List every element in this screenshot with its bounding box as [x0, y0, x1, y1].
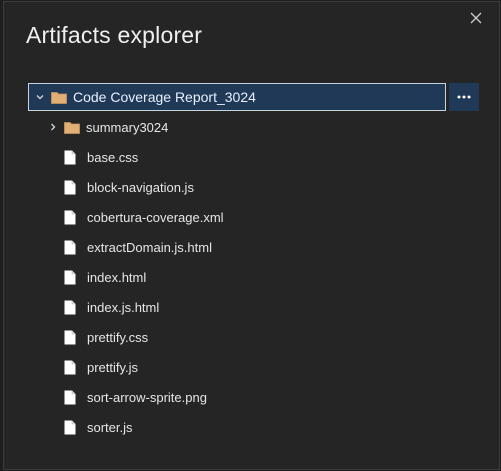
file-icon [62, 359, 78, 375]
file-icon [62, 149, 78, 165]
tree-item-label: summary3024 [86, 119, 169, 135]
tree-item-file[interactable]: index.html [62, 263, 146, 291]
more-actions-button[interactable] [449, 83, 479, 111]
tree-item-label: cobertura-coverage.xml [87, 209, 224, 225]
tree-item-file[interactable]: index.js.html [62, 293, 159, 321]
file-icon [62, 389, 78, 405]
tree-item-label: index.js.html [87, 299, 160, 315]
close-button[interactable] [466, 8, 486, 28]
tree-item-file[interactable]: prettify.js [62, 353, 138, 381]
tree-item-file[interactable]: sort-arrow-sprite.png [62, 383, 207, 411]
file-icon [62, 269, 78, 285]
tree-item-label: extractDomain.js.html [87, 239, 212, 255]
more-icon [457, 95, 471, 99]
tree-item-label: sort-arrow-sprite.png [87, 389, 207, 405]
tree-item-file[interactable]: sorter.js [62, 413, 133, 441]
tree-item-file[interactable]: base.css [62, 143, 138, 171]
chevron-right-icon[interactable] [46, 120, 60, 134]
folder-icon [64, 119, 80, 135]
file-icon [62, 329, 78, 345]
tree-item-file[interactable]: prettify.css [62, 323, 148, 351]
tree-item-file[interactable]: block-navigation.js [62, 173, 194, 201]
tree-item-label: block-navigation.js [87, 179, 194, 195]
tree-item-label: Code Coverage Report_3024 [73, 89, 256, 105]
tree-item-folder[interactable]: summary3024 [46, 113, 168, 141]
chevron-down-icon[interactable] [33, 90, 47, 104]
dialog-title: Artifacts explorer [26, 22, 203, 48]
file-icon [62, 209, 78, 225]
tree-item-label: index.html [87, 269, 147, 285]
tree-item-file[interactable]: cobertura-coverage.xml [62, 203, 224, 231]
tree-item-file[interactable]: extractDomain.js.html [62, 233, 212, 261]
folder-icon [51, 89, 67, 105]
tree-item-label: base.css [87, 149, 139, 165]
artifacts-explorer-dialog: Artifacts explorer Code Coverage Report_… [3, 1, 500, 470]
tree-item-root[interactable]: Code Coverage Report_3024 [28, 83, 446, 111]
close-icon [470, 12, 482, 24]
file-icon [62, 239, 78, 255]
file-icon [62, 179, 78, 195]
tree-item-label: prettify.css [87, 329, 149, 345]
tree-item-label: prettify.js [87, 359, 139, 375]
file-icon [62, 299, 78, 315]
file-icon [62, 419, 78, 435]
tree-item-label: sorter.js [87, 419, 133, 435]
